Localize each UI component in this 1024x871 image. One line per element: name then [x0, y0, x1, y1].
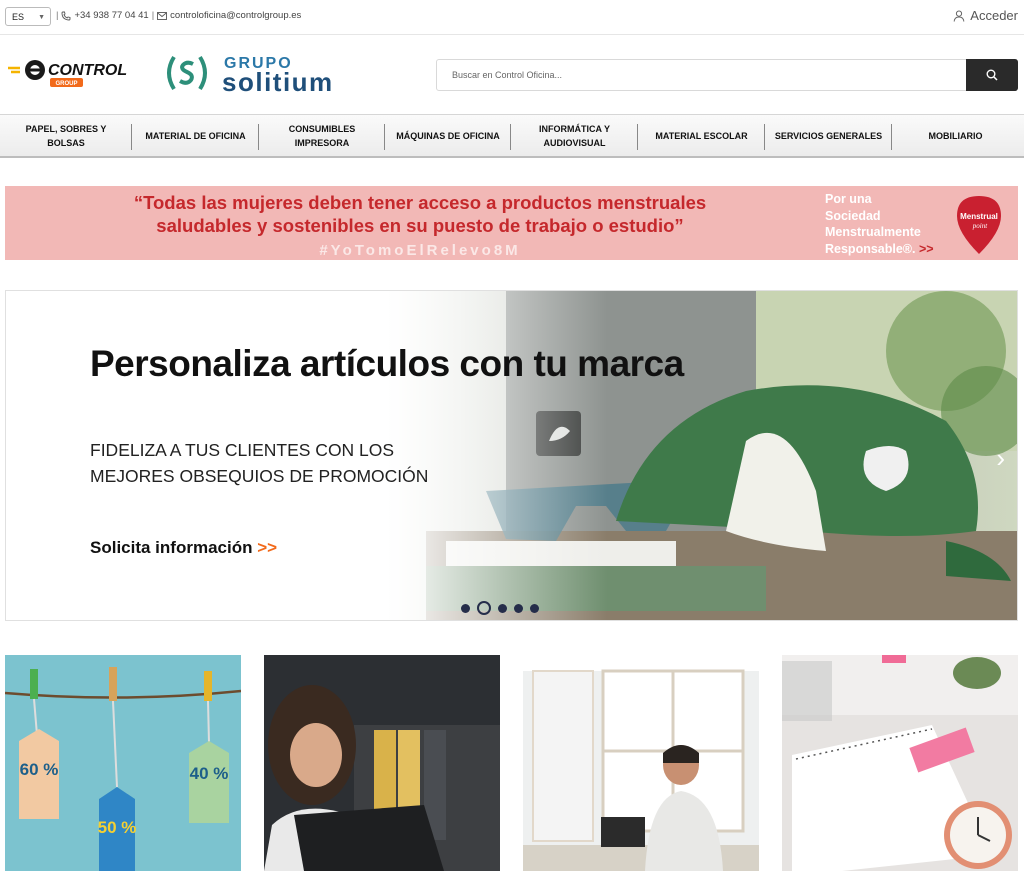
- nav-label: IMPRESORA: [294, 137, 350, 148]
- carousel-dot-active[interactable]: [477, 601, 491, 615]
- nav-label: AUDIOVISUAL: [543, 137, 606, 148]
- mail-icon: [157, 11, 168, 20]
- divider: |: [151, 10, 155, 21]
- hero-subtitle-line: FIDELIZA A TUS CLIENTES CON LOS: [90, 440, 395, 460]
- promo-side-line: Sociedad: [825, 208, 881, 223]
- carousel-dot[interactable]: [461, 603, 470, 613]
- promo-banner[interactable]: “Todas las mujeres deben tener acceso a …: [5, 186, 1018, 260]
- sale-tag-label: 50 %: [98, 818, 137, 837]
- solitium-logo-bottom: solitium: [222, 67, 334, 95]
- email-link[interactable]: controloficina@controlgroup.es: [170, 10, 301, 21]
- sale-tag-label: 60 %: [20, 760, 59, 779]
- nav-label: BOLSAS: [47, 137, 85, 148]
- tile-ofertas[interactable]: 60 % 50 % 40 %: [5, 655, 241, 871]
- nav-item-mobiliario[interactable]: MOBILIARIO: [892, 115, 1019, 156]
- main-nav: PAPEL, SOBRES Y BOLSAS MATERIAL DE OFICIN…: [0, 114, 1024, 158]
- carousel-dots: [461, 601, 539, 615]
- tile-archivo[interactable]: [264, 655, 500, 871]
- nav-item-material-escolar[interactable]: MATERIAL ESCOLAR: [638, 115, 765, 156]
- hero-subtitle: FIDELIZA A TUS CLIENTES CON LOS MEJORES …: [90, 437, 428, 489]
- language-value: ES: [12, 12, 25, 22]
- nav-label: MATERIAL DE OFICINA: [145, 130, 246, 141]
- top-bar: ES ▼ | +34 938 77 04 41 | controloficina…: [0, 0, 1024, 35]
- carousel-dot[interactable]: [498, 603, 507, 613]
- cta-label: Solicita información: [90, 538, 253, 557]
- man-at-laptop-image: [523, 655, 759, 871]
- nav-label: CONSUMIBLES: [288, 123, 356, 134]
- nav-label: SERVICIOS GENERALES: [774, 130, 883, 141]
- user-icon: [953, 10, 965, 22]
- control-group-logo[interactable]: CONTROL GROUP: [6, 56, 148, 90]
- tile-agenda[interactable]: [782, 655, 1018, 871]
- nav-label: MATERIAL ESCOLAR: [655, 130, 748, 141]
- hero-subtitle-line: MEJORES OBSEQUIOS DE PROMOCIÓN: [90, 466, 429, 486]
- cta-arrow: >>: [257, 538, 278, 557]
- contact-info: | +34 938 77 04 41 | controloficina@cont…: [56, 10, 301, 21]
- login-button[interactable]: Acceder: [953, 8, 1018, 23]
- menstrual-point-badge: Menstrual point: [957, 196, 1001, 254]
- search-bar: [436, 59, 1018, 91]
- tile-oficina[interactable]: [523, 655, 759, 871]
- grupo-solitium-logo[interactable]: GRUPO solitium: [162, 51, 394, 97]
- login-label: Acceder: [970, 8, 1018, 23]
- carousel-dot[interactable]: [514, 603, 523, 613]
- phone-link[interactable]: +34 938 77 04 41: [74, 10, 148, 21]
- hero-title: Personaliza artículos con tu marca: [90, 343, 684, 384]
- hero-carousel[interactable]: Personaliza artículos con tu marca FIDEL…: [5, 290, 1018, 621]
- search-input[interactable]: [437, 60, 965, 90]
- search-button[interactable]: [966, 59, 1018, 91]
- carousel-dot[interactable]: [530, 603, 539, 613]
- nav-item-maquinas[interactable]: MÁQUINAS DE OFICINA: [385, 115, 511, 156]
- promo-side-line: Responsable®.: [825, 241, 916, 256]
- nav-item-consumibles[interactable]: CONSUMIBLES IMPRESORA: [259, 115, 385, 156]
- promo-quote: “Todas las mujeres deben tener acceso a …: [5, 191, 835, 237]
- sale-tags-image: 60 % 50 % 40 %: [5, 655, 241, 871]
- chevron-down-icon: ▼: [38, 14, 45, 21]
- promo-quote-line: “Todas las mujeres deben tener acceso a …: [133, 192, 707, 213]
- promo-hashtag: #YoTomoElRelevo8M: [319, 242, 521, 259]
- badge-text: Menstrual: [960, 212, 998, 221]
- promo-quote-line: saludables y sostenibles en su puesto de…: [156, 215, 684, 236]
- control-logo-subtext: GROUP: [55, 81, 77, 87]
- promo-side-text: Por una Sociedad Menstrualmente Responsa…: [825, 191, 945, 257]
- divider: |: [56, 10, 59, 21]
- nav-item-informatica[interactable]: INFORMÁTICA Y AUDIOVISUAL: [511, 115, 638, 156]
- woman-with-folder-image: [264, 655, 500, 871]
- promo-side-line: Por una: [825, 192, 872, 206]
- nav-item-material-oficina[interactable]: MATERIAL DE OFICINA: [132, 115, 259, 156]
- language-select[interactable]: ES ▼: [5, 7, 51, 26]
- search-icon: [986, 69, 998, 81]
- badge-subtext: point: [972, 222, 988, 230]
- nav-label: INFORMÁTICA Y: [539, 123, 610, 134]
- phone-icon: [62, 11, 71, 20]
- calendar-desk-image: [782, 655, 1018, 871]
- promo-arrow: >>: [918, 241, 934, 256]
- hero-product-photo: [386, 291, 1017, 620]
- nav-label: MÁQUINAS DE OFICINA: [396, 130, 500, 141]
- nav-item-servicios[interactable]: SERVICIOS GENERALES: [765, 115, 892, 156]
- control-logo-text: CONTROL: [48, 62, 127, 79]
- request-info-link[interactable]: Solicita información >>: [90, 538, 277, 558]
- sale-tag-label: 40 %: [190, 764, 229, 783]
- nav-label: PAPEL, SOBRES Y: [25, 123, 107, 134]
- nav-label: MOBILIARIO: [928, 130, 983, 141]
- carousel-next-arrow[interactable]: ›: [996, 443, 1005, 474]
- promo-side-line: Menstrualmente: [825, 225, 921, 239]
- nav-item-papel[interactable]: PAPEL, SOBRES Y BOLSAS: [0, 115, 132, 156]
